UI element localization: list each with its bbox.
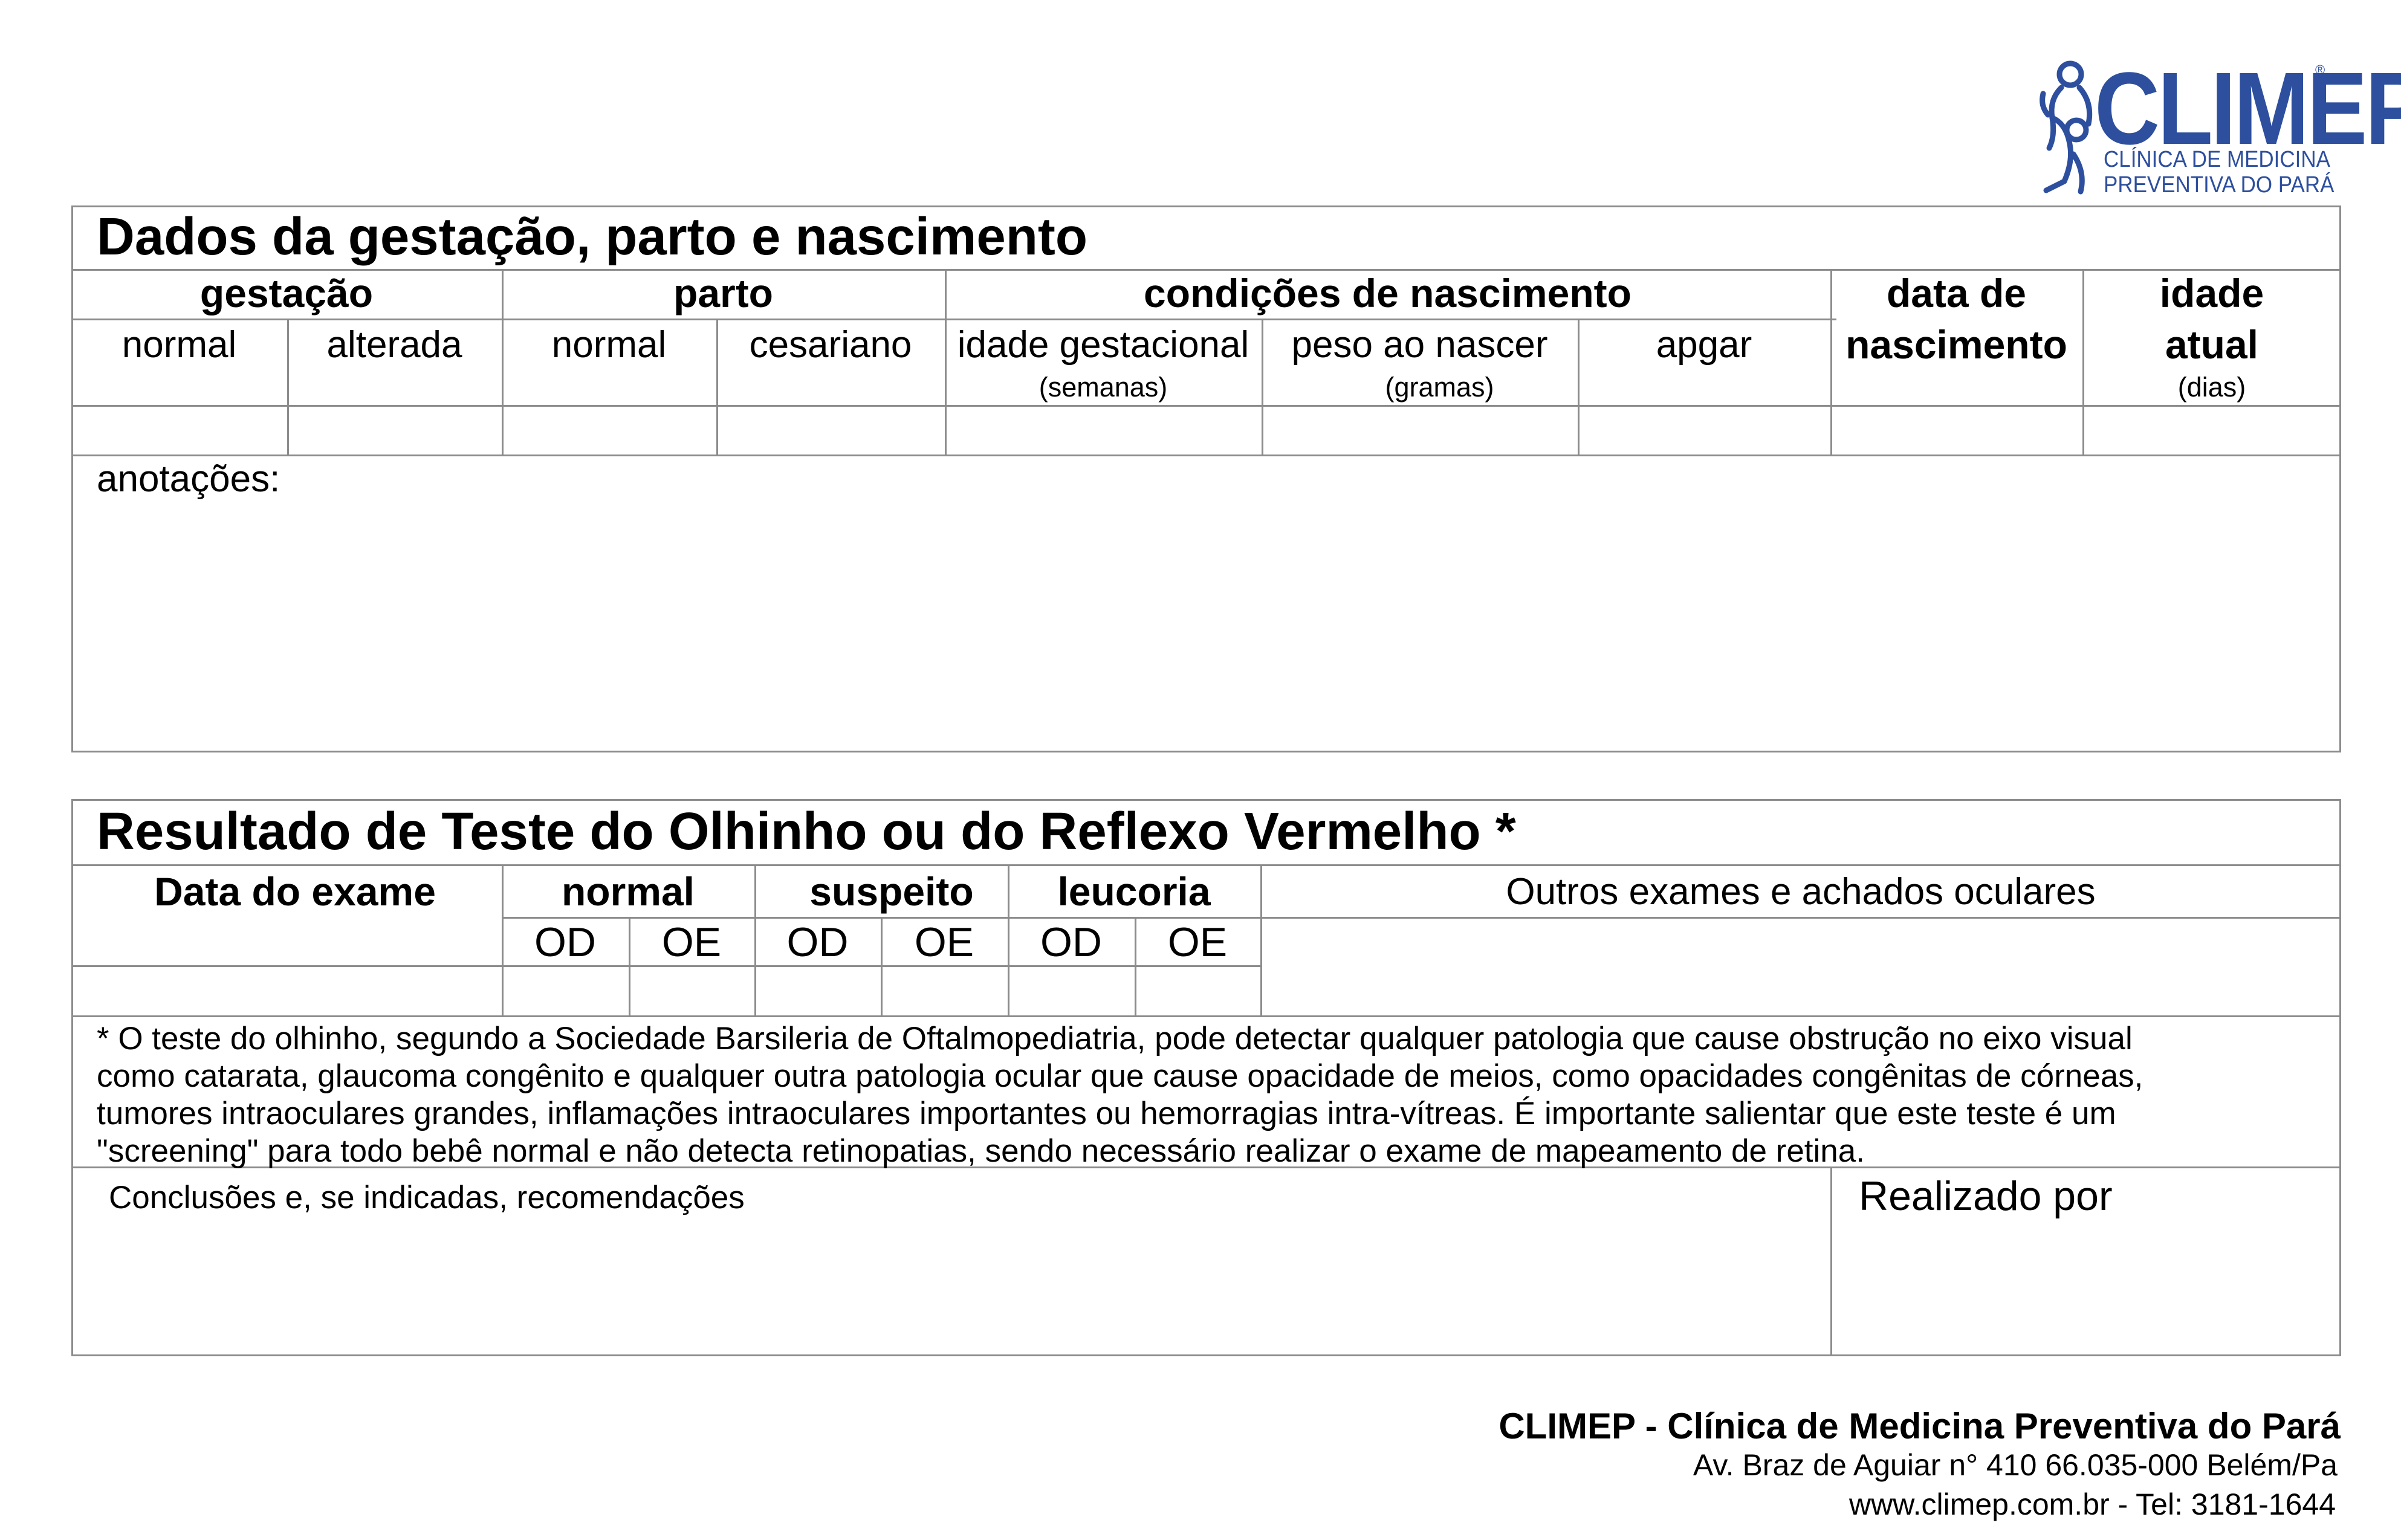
registered-mark: ®	[2315, 62, 2325, 77]
anotacoes-label: anotações:	[97, 458, 280, 500]
logo-line2: PREVENTIVA DO PARÁ	[2104, 172, 2335, 198]
normal-oe: OE	[661, 919, 722, 965]
sub-gest-normal: normal	[122, 324, 237, 366]
header-condicoes: condições de nascimento	[1144, 271, 1631, 315]
footer-address: Av. Braz de Aguiar n° 410 66.035-000 Bel…	[1693, 1448, 2338, 1482]
header-outros-exames: Outros exames e achados oculares	[1506, 871, 2096, 913]
sub-peso-unit: (gramas)	[1385, 372, 1494, 403]
section2-title: Resultado de Teste do Olhinho ou do Refl…	[97, 802, 1516, 861]
header-leucoria: leucoria	[1057, 869, 1211, 914]
sub-idade-gestacional-unit: (semanas)	[1038, 372, 1168, 403]
footnote-line-1: * O teste do olhinho, segundo a Sociedad…	[97, 1021, 2133, 1056]
section1-title: Dados da gestação, parto e nascimento	[97, 207, 1087, 266]
footnote-line-2: como catarata, glaucoma congênito e qual…	[97, 1058, 2143, 1094]
footer-contact: www.climep.com.br - Tel: 3181-1644	[1849, 1487, 2336, 1521]
header-normal: normal	[561, 869, 695, 914]
suspeito-oe: OE	[914, 919, 974, 965]
header-parto: parto	[673, 271, 773, 315]
header-idade-1: idade	[2159, 271, 2264, 315]
leucoria-od: OD	[1040, 919, 1102, 965]
header-data-nascimento-1: data de	[1886, 271, 2027, 315]
doctor-figure-icon	[2040, 60, 2093, 195]
sub-apgar: apgar	[1656, 324, 1752, 366]
logo-brand: CLIMEP	[2095, 51, 2401, 166]
realizado-label: Realizado por	[1859, 1173, 2113, 1219]
clinic-logo: CLIMEP ® CLÍNICA DE MEDICINA PREVENTIVA …	[2037, 57, 2401, 196]
header-gestacao: gestação	[199, 271, 374, 315]
sub-gest-alterada: alterada	[326, 324, 462, 366]
normal-od: OD	[534, 919, 596, 965]
footnote-line-3: tumores intraoculares grandes, inflamaçõ…	[97, 1096, 2116, 1131]
header-data-exame: Data do exame	[154, 869, 436, 914]
header-idade-unit: (dias)	[2177, 372, 2246, 403]
sub-parto-normal: normal	[551, 324, 667, 366]
sub-idade-gestacional: idade gestacional	[957, 324, 1249, 366]
header-idade-2: atual	[2165, 322, 2259, 367]
footnote-line-4: "screening" para todo bebê normal e não …	[97, 1133, 1865, 1169]
suspeito-od: OD	[786, 919, 849, 965]
conclusoes-label: Conclusões e, se indicadas, recomendaçõe…	[109, 1180, 745, 1215]
footnote-text: * O teste do olhinho, segundo a Sociedad…	[97, 1020, 2143, 1170]
sub-parto-cesariano: cesariano	[749, 324, 912, 366]
logo-line1: CLÍNICA DE MEDICINA	[2104, 147, 2330, 172]
leucoria-oe: OE	[1167, 919, 1228, 965]
header-suspeito: suspeito	[809, 869, 974, 914]
footer-clinic-name: CLIMEP - Clínica de Medicina Preventiva …	[1499, 1406, 2341, 1446]
header-data-nascimento-2: nascimento	[1845, 322, 2067, 367]
sub-peso: peso ao nascer	[1291, 324, 1548, 366]
